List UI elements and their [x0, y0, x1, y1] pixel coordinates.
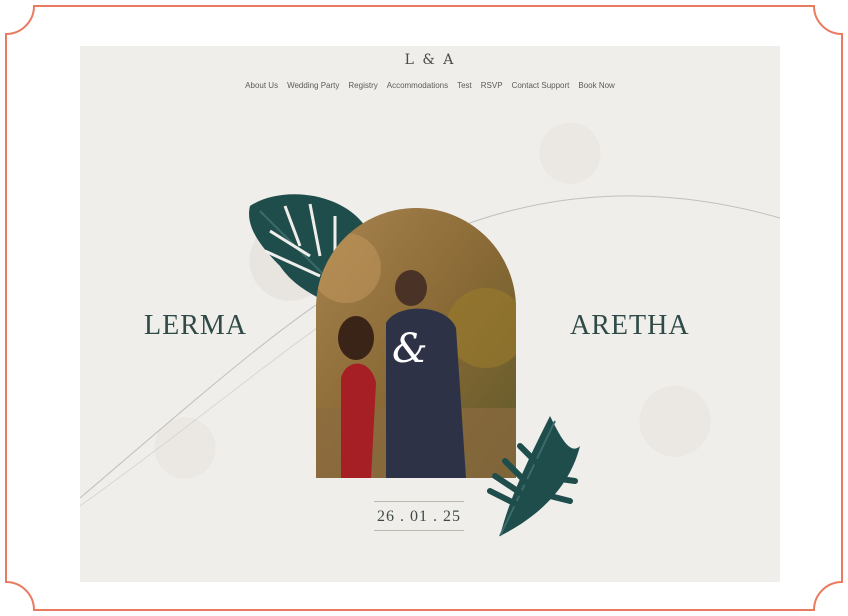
- partner-name-right: ARETHA: [570, 310, 690, 341]
- nav-item-about-us[interactable]: About Us: [245, 81, 278, 90]
- partner-name-left: LERMA: [144, 310, 247, 341]
- nav-item-contact-support[interactable]: Contact Support: [512, 81, 570, 90]
- main-nav: About Us Wedding Party Registry Accommod…: [80, 81, 780, 90]
- nav-item-rsvp[interactable]: RSVP: [481, 81, 503, 90]
- wedding-date: 26 . 01 . 25: [377, 508, 461, 525]
- nav-item-wedding-party[interactable]: Wedding Party: [287, 81, 339, 90]
- wedding-date-block: 26 . 01 . 25: [374, 501, 464, 531]
- nav-item-registry[interactable]: Registry: [348, 81, 377, 90]
- nav-item-test[interactable]: Test: [457, 81, 472, 90]
- nav-item-accommodations[interactable]: Accommodations: [387, 81, 448, 90]
- ampersand: &: [392, 326, 428, 372]
- website-canvas: L & A About Us Wedding Party Registry Ac…: [80, 46, 780, 582]
- site-monogram[interactable]: L & A: [80, 52, 780, 68]
- nav-item-book-now[interactable]: Book Now: [578, 81, 614, 90]
- palm-leaf-icon: [487, 416, 580, 537]
